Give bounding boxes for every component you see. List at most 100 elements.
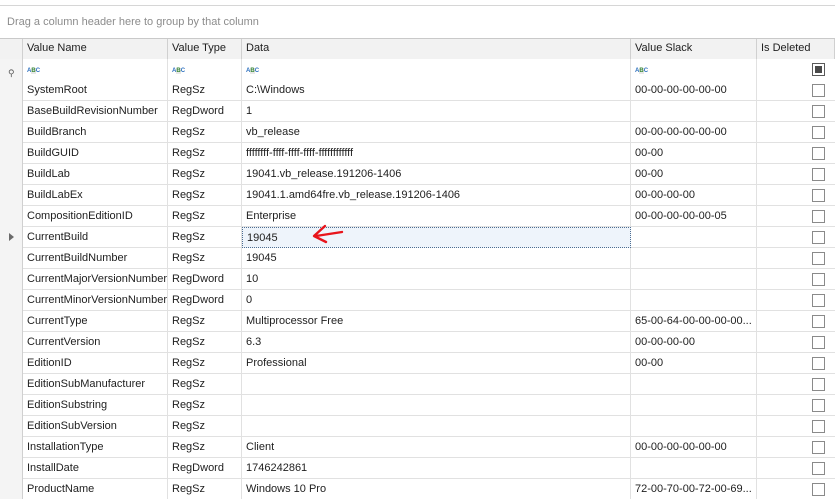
value-name-cell[interactable]: SystemRoot xyxy=(23,80,168,101)
value-slack-cell[interactable] xyxy=(631,416,757,437)
is-deleted-checkbox[interactable] xyxy=(812,189,825,202)
is-deleted-checkbox[interactable] xyxy=(812,294,825,307)
abc-filter-icon[interactable]: ABC xyxy=(172,67,185,75)
value-name-cell[interactable]: InstallDate xyxy=(23,458,168,479)
is-deleted-checkbox[interactable] xyxy=(812,483,825,496)
registry-values-grid[interactable]: Value Name Value Type Data Value Slack I… xyxy=(0,39,835,499)
value-type-cell[interactable]: RegSz xyxy=(168,353,242,374)
row-indicator[interactable] xyxy=(0,332,23,353)
value-name-cell[interactable]: EditionSubVersion xyxy=(23,416,168,437)
value-type-cell[interactable]: RegSz xyxy=(168,164,242,185)
data-cell[interactable] xyxy=(242,395,631,416)
row-indicator[interactable] xyxy=(0,353,23,374)
value-slack-cell[interactable] xyxy=(631,227,757,248)
value-type-cell[interactable]: RegSz xyxy=(168,311,242,332)
is-deleted-checkbox[interactable] xyxy=(812,147,825,160)
row-indicator[interactable] xyxy=(0,479,23,499)
row-indicator[interactable] xyxy=(0,416,23,437)
table-row[interactable]: InstallationType RegSz Client 00-00-00-00-0… xyxy=(0,437,835,458)
value-name-cell[interactable]: EditionSubManufacturer xyxy=(23,374,168,395)
data-cell[interactable]: Enterprise xyxy=(242,206,631,227)
table-row[interactable]: CurrentType RegSz Multiprocessor Free 65-00… xyxy=(0,311,835,332)
is-deleted-checkbox[interactable] xyxy=(812,357,825,370)
data-cell[interactable]: Multiprocessor Free xyxy=(242,311,631,332)
is-deleted-checkbox[interactable] xyxy=(812,105,825,118)
data-cell[interactable]: 19041.1.amd64fre.vb_release.191206-1406 xyxy=(242,185,631,206)
value-name-cell[interactable]: BuildGUID xyxy=(23,143,168,164)
column-header-is-deleted[interactable]: Is Deleted xyxy=(757,39,835,59)
value-type-cell[interactable]: RegDword xyxy=(168,458,242,479)
abc-filter-icon[interactable]: ABC xyxy=(27,67,40,75)
value-slack-cell[interactable]: 00-00 xyxy=(631,353,757,374)
data-cell[interactable]: 0 xyxy=(242,290,631,311)
value-type-cell[interactable]: RegSz xyxy=(168,416,242,437)
row-indicator[interactable] xyxy=(0,458,23,479)
value-type-cell[interactable]: RegDword xyxy=(168,290,242,311)
row-indicator[interactable] xyxy=(0,227,23,248)
table-row[interactable]: BuildGUID RegSz ffffffff-ffff-ffff-ffff-ff… xyxy=(0,143,835,164)
table-row[interactable]: BuildLabEx RegSz 19041.1.amd64fre.vb_relea… xyxy=(0,185,835,206)
is-deleted-checkbox[interactable] xyxy=(812,126,825,139)
value-name-cell[interactable]: BuildBranch xyxy=(23,122,168,143)
table-row[interactable]: EditionSubstring RegSz xyxy=(0,395,835,416)
is-deleted-checkbox[interactable] xyxy=(812,168,825,181)
table-row[interactable]: SystemRoot RegSz C:\Windows 00-00-00-00-00-… xyxy=(0,80,835,101)
value-type-cell[interactable]: RegSz xyxy=(168,479,242,499)
indeterminate-checkbox-filter[interactable] xyxy=(812,63,825,76)
filter-value-type[interactable]: ABC xyxy=(168,59,242,80)
value-slack-cell[interactable]: 00-00-00-00 xyxy=(631,332,757,353)
table-row[interactable]: EditionID RegSz Professional 00-00 xyxy=(0,353,835,374)
is-deleted-checkbox[interactable] xyxy=(812,84,825,97)
is-deleted-checkbox[interactable] xyxy=(812,399,825,412)
abc-filter-icon[interactable]: ABC xyxy=(635,67,648,75)
data-cell[interactable]: Windows 10 Pro xyxy=(242,479,631,499)
value-type-cell[interactable]: RegSz xyxy=(168,374,242,395)
group-by-panel[interactable]: Drag a column header here to group by th… xyxy=(0,6,835,39)
value-name-cell[interactable]: CurrentBuildNumber xyxy=(23,248,168,269)
table-row[interactable]: CompositionEditionID RegSz Enterprise 00-00… xyxy=(0,206,835,227)
row-indicator[interactable] xyxy=(0,437,23,458)
column-header-value-name[interactable]: Value Name xyxy=(23,39,168,59)
table-row[interactable]: BaseBuildRevisionNumber RegDword 1 xyxy=(0,101,835,122)
data-cell[interactable]: C:\Windows xyxy=(242,80,631,101)
value-name-cell[interactable]: CurrentType xyxy=(23,311,168,332)
value-name-cell[interactable]: CompositionEditionID xyxy=(23,206,168,227)
is-deleted-checkbox[interactable] xyxy=(812,441,825,454)
data-cell[interactable] xyxy=(242,416,631,437)
data-cell[interactable]: 6.3 xyxy=(242,332,631,353)
value-slack-cell[interactable]: 72-00-70-00-72-00-69... xyxy=(631,479,757,499)
table-row[interactable]: InstallDate RegDword 1746242861 xyxy=(0,458,835,479)
value-slack-cell[interactable]: 00-00 xyxy=(631,143,757,164)
value-name-cell[interactable]: CurrentBuild xyxy=(23,227,168,248)
value-type-cell[interactable]: RegSz xyxy=(168,185,242,206)
table-row[interactable]: EditionSubManufacturer RegSz xyxy=(0,374,835,395)
value-slack-cell[interactable]: 00-00-00-00-00-00 xyxy=(631,80,757,101)
value-type-cell[interactable]: RegSz xyxy=(168,80,242,101)
data-cell[interactable]: vb_release xyxy=(242,122,631,143)
table-row[interactable]: CurrentMajorVersionNumber RegDword 10 xyxy=(0,269,835,290)
filter-data[interactable]: ABC xyxy=(242,59,631,80)
table-row[interactable]: CurrentBuildNumber RegSz 19045 xyxy=(0,248,835,269)
value-slack-cell[interactable]: 65-00-64-00-00-00-00... xyxy=(631,311,757,332)
row-indicator[interactable] xyxy=(0,164,23,185)
is-deleted-checkbox[interactable] xyxy=(812,315,825,328)
value-type-cell[interactable]: RegDword xyxy=(168,269,242,290)
value-slack-cell[interactable] xyxy=(631,395,757,416)
value-name-cell[interactable]: CurrentMajorVersionNumber xyxy=(23,269,168,290)
value-type-cell[interactable]: RegSz xyxy=(168,122,242,143)
row-indicator[interactable] xyxy=(0,80,23,101)
data-cell[interactable]: Professional xyxy=(242,353,631,374)
data-cell[interactable]: ffffffff-ffff-ffff-ffff-ffffffffffff xyxy=(242,143,631,164)
is-deleted-checkbox[interactable] xyxy=(812,462,825,475)
row-indicator[interactable] xyxy=(0,101,23,122)
table-row[interactable]: ProductName RegSz Windows 10 Pro 72-00-70-0… xyxy=(0,479,835,499)
data-cell[interactable] xyxy=(242,374,631,395)
data-cell[interactable]: Client xyxy=(242,437,631,458)
value-type-cell[interactable]: RegSz xyxy=(168,227,242,248)
value-name-cell[interactable]: BaseBuildRevisionNumber xyxy=(23,101,168,122)
value-name-cell[interactable]: BuildLab xyxy=(23,164,168,185)
value-name-cell[interactable]: InstallationType xyxy=(23,437,168,458)
row-indicator[interactable] xyxy=(0,185,23,206)
value-slack-cell[interactable] xyxy=(631,458,757,479)
data-cell[interactable]: 19045 xyxy=(242,227,631,248)
